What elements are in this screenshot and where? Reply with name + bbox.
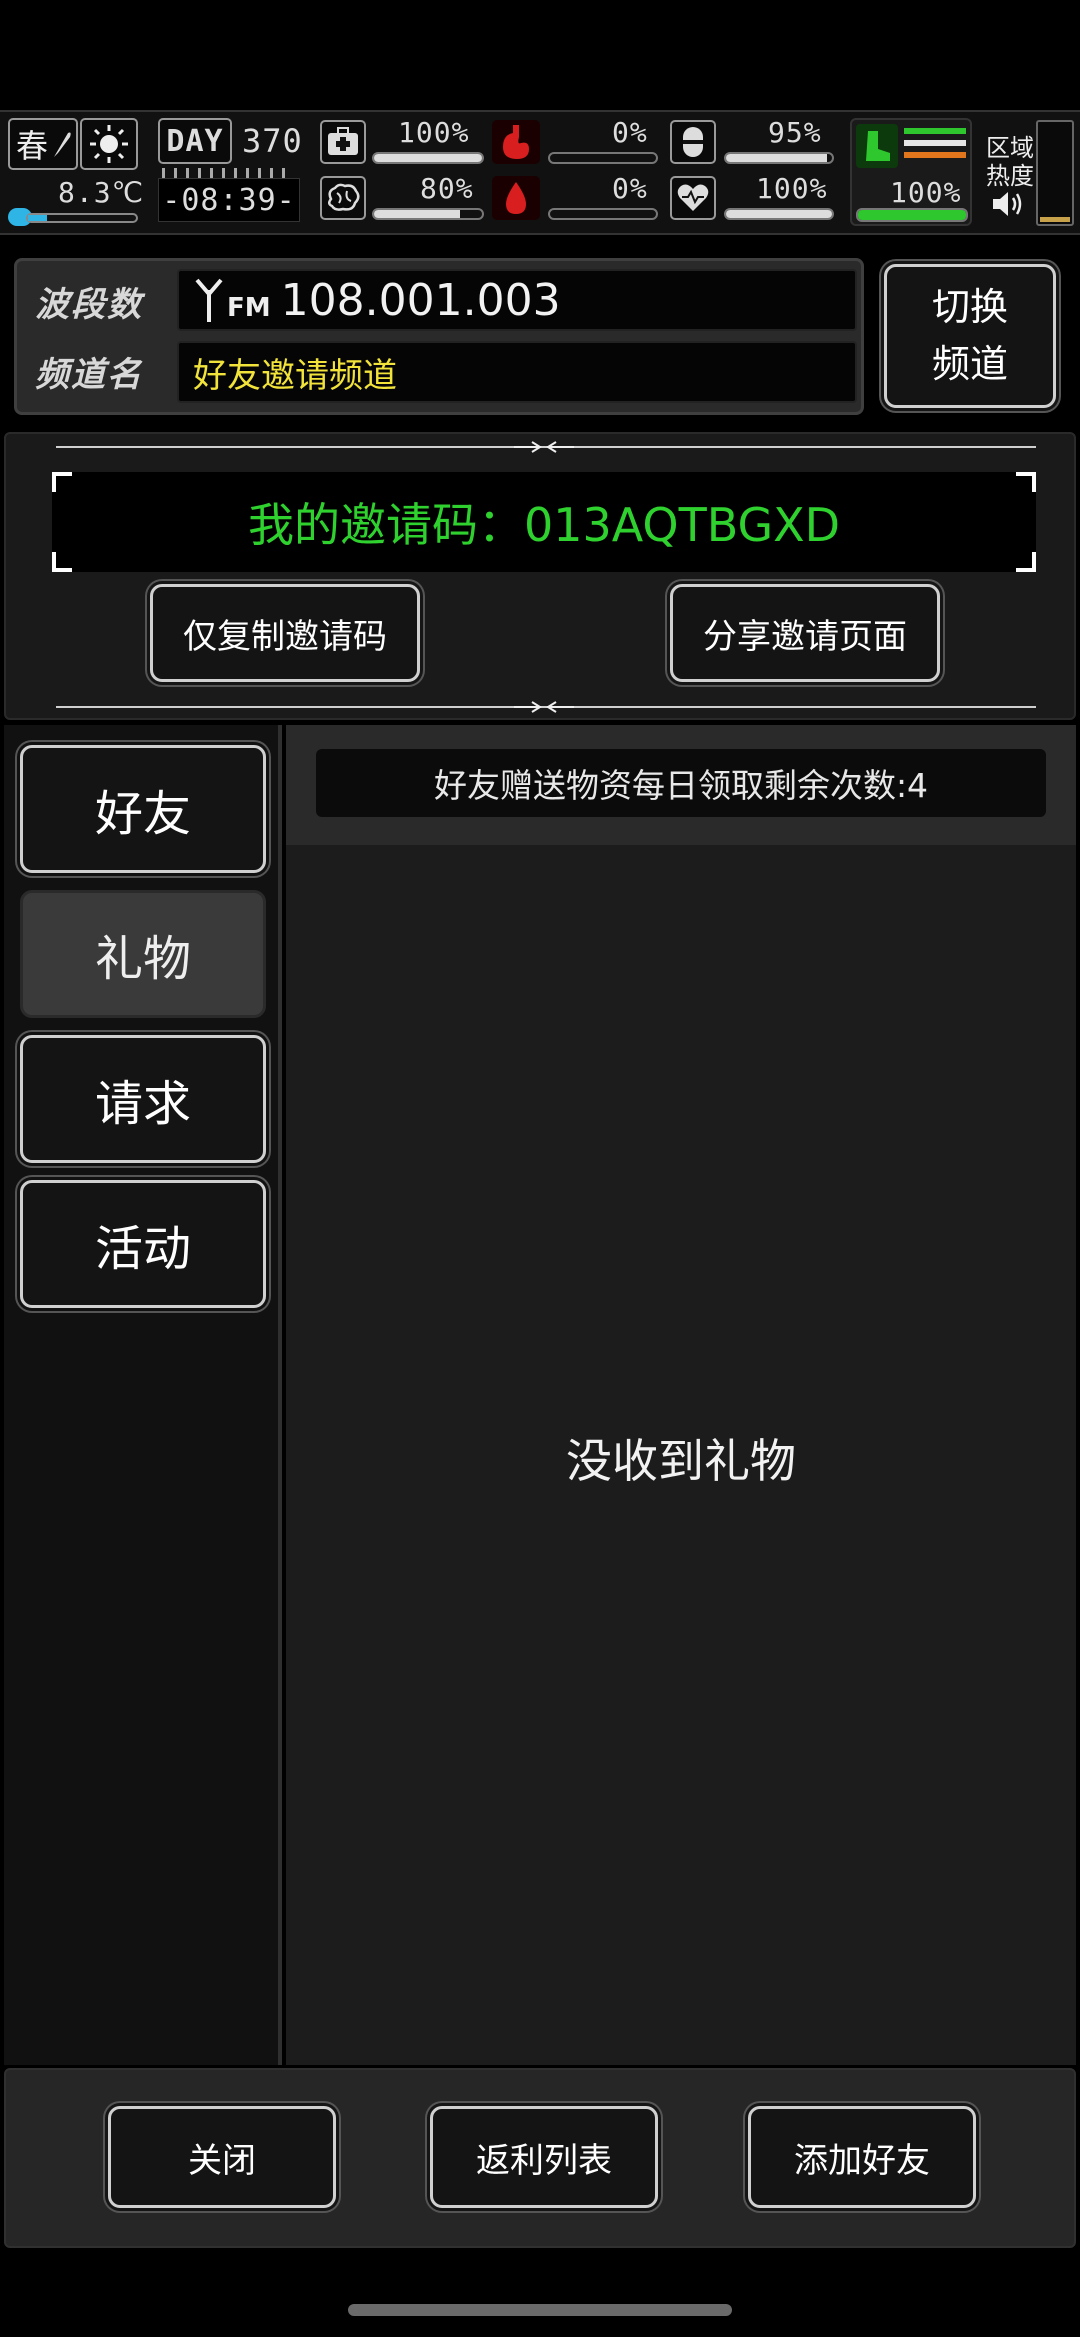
clock-box: -08:39- [158,178,300,222]
hunger-bar [548,152,658,164]
sidebar: 好友 礼物 请求 活动 [4,725,282,2065]
empty-gifts-message: 没收到礼物 [566,1434,796,1488]
day-label: DAY [166,123,224,159]
antenna-icon [195,278,223,322]
channel-panel: 波段数 FM 108.001.003 频道名 好友邀请频道 [14,258,864,415]
copy-invite-code-button[interactable]: 仅复制邀请码 [150,584,420,682]
tab-requests-label: 请求 [94,1076,191,1132]
blood-badge [492,176,540,220]
stamina-bar [856,208,968,222]
fm-label: FM [227,293,271,323]
tab-requests[interactable]: 请求 [20,1035,266,1163]
band-label: 波段数 [35,285,143,325]
tab-gifts[interactable]: 礼物 [20,890,266,1018]
stomach-badge [492,120,540,164]
copy-invite-code-label: 仅复制邀请码 [183,616,387,657]
zone-heat-label-2: 热度 [986,162,1034,190]
invite-panel: 我的邀请码：013AQTBGXD 仅复制邀请码 分享邀请页面 [4,432,1076,720]
mood-bar [724,208,834,220]
switch-channel-button[interactable]: 切换 频道 [884,264,1056,408]
tab-gifts-label: 礼物 [94,931,191,987]
feather-icon [54,132,71,157]
rebate-list-button-label: 返利列表 [476,2140,612,2181]
medkit-icon [328,127,358,155]
sanity-bar [372,208,484,220]
channel-name-field: 好友邀请频道 [177,341,857,403]
mood-value: 100% [756,172,828,205]
day-progress-ticks [162,168,292,178]
frame-corner [1016,552,1036,572]
clock-readout: -08:39- [162,182,296,218]
close-button[interactable]: 关闭 [108,2106,336,2208]
health-value: 100% [398,116,470,149]
weather-badge [80,118,138,170]
health-bar [372,152,484,164]
stomach-icon [503,125,529,159]
boot-badge [856,124,898,168]
tab-friends-label: 好友 [94,786,191,842]
switch-channel-line2: 频道 [931,342,1008,386]
divider-arrows-icon [514,441,574,453]
gift-content-panel: 好友赠送物资每日领取剩余次数:4 没收到礼物 [286,725,1076,2065]
blood-drop-icon [506,182,526,214]
heart-badge [670,176,716,220]
day-number: 370 [242,122,303,160]
boot-icon [866,131,890,161]
sleep-badge [670,120,716,164]
thermometer-icon [8,208,138,226]
tab-events[interactable]: 活动 [20,1180,266,1308]
sanity-value: 80% [420,172,474,205]
stamina-value: 100% [890,176,962,209]
heart-icon [677,184,709,211]
channel-name-label: 频道名 [35,355,143,395]
stamina-stripes [904,128,966,164]
status-hud: 春 8.3℃ DAY 370 -08:39- 100% 0% 95% 80% 0… [0,110,1080,235]
season-badge: 春 [8,118,78,170]
hunger-value: 0% [612,116,648,149]
divider-arrows-icon [514,701,574,713]
invite-code-text: 我的邀请码：013AQTBGXD [247,498,841,552]
tab-friends[interactable]: 好友 [20,745,266,873]
day-badge: DAY [158,118,232,164]
frame-corner [1016,472,1036,492]
brain-icon [328,183,360,211]
band-field: FM 108.001.003 [177,269,857,331]
band-value: 108.001.003 [280,274,561,326]
switch-channel-line1: 切换 [931,285,1008,329]
frame-corner [52,552,72,572]
daily-claims-notice: 好友赠送物资每日领取剩余次数:4 [316,749,1046,817]
tab-events-label: 活动 [94,1221,191,1277]
invite-code-box: 我的邀请码：013AQTBGXD [52,472,1036,572]
zone-heat-meter [1036,120,1074,226]
content-header: 好友赠送物资每日领取剩余次数:4 [286,725,1076,845]
sun-icon [90,125,128,163]
sleep-bar [724,152,834,164]
close-button-label: 关闭 [188,2140,256,2181]
add-friend-button[interactable]: 添加好友 [748,2106,976,2208]
thirst-value: 0% [612,172,648,205]
stamina-panel: 100% [850,118,972,226]
sleep-capsule-icon [683,127,703,157]
season-label: 春 [16,127,49,165]
brain-badge [320,176,366,220]
channel-name-value: 好友邀请频道 [193,355,397,396]
footer-bar: 关闭 返利列表 添加好友 [4,2068,1076,2248]
thirst-bar [548,208,658,220]
sleep-value: 95% [768,116,822,149]
add-friend-button-label: 添加好友 [794,2140,930,2181]
frame-corner [52,472,72,492]
speaker-icon[interactable] [990,188,1026,220]
rebate-list-button[interactable]: 返利列表 [430,2106,658,2208]
home-indicator[interactable] [348,2304,732,2316]
share-invite-page-label: 分享邀请页面 [703,616,907,657]
medkit-badge [320,120,366,164]
share-invite-page-button[interactable]: 分享邀请页面 [670,584,940,682]
temperature-readout: 8.3℃ [58,176,145,209]
